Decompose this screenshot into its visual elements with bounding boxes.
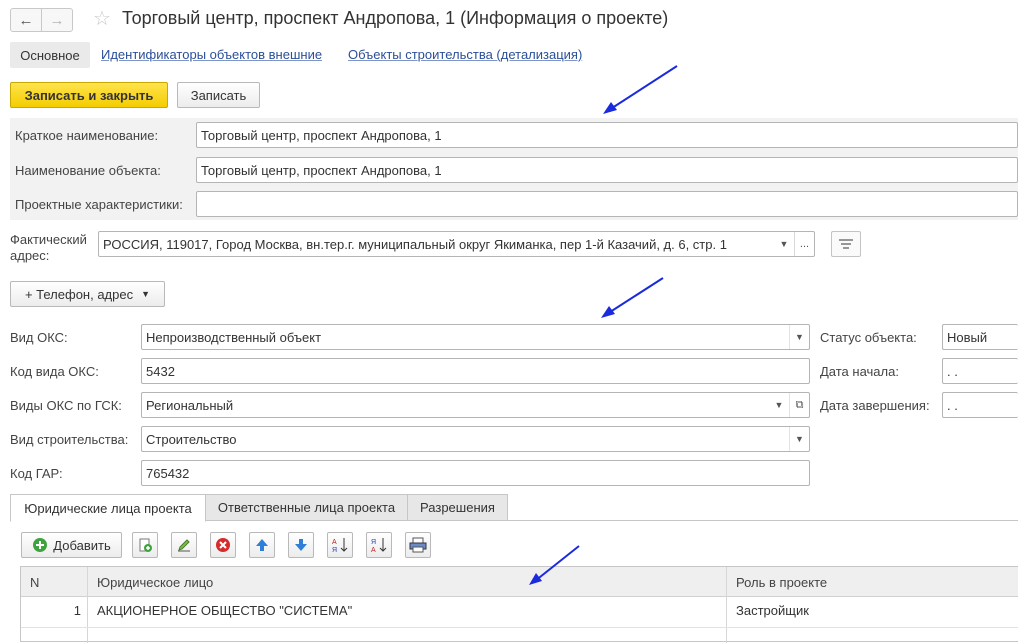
tab-external-ids[interactable]: Идентификаторы объектов внешние <box>101 47 322 62</box>
gar-code-field[interactable]: 765432 <box>141 460 810 486</box>
chevron-down-icon[interactable]: ▼ <box>769 393 789 417</box>
print-button[interactable] <box>405 532 431 558</box>
tab-construction-objects[interactable]: Объекты строительства (детализация) <box>348 47 582 62</box>
oks-type-label: Вид ОКС: <box>10 330 68 345</box>
end-date-label: Дата завершения: <box>820 398 930 413</box>
oks-type-value: Непроизводственный объект <box>146 329 322 345</box>
forward-arrow-icon: → <box>49 11 65 29</box>
address-value: РОССИЯ, 119017, Город Москва, вн.тер.г. … <box>103 236 727 252</box>
move-up-button[interactable] <box>249 532 275 558</box>
delete-row-button[interactable] <box>210 532 236 558</box>
move-down-button[interactable] <box>288 532 314 558</box>
row-entity[interactable]: АКЦИОНЕРНОЕ ОБЩЕСТВО "СИСТЕМА" <box>97 603 352 618</box>
print-icon <box>409 537 427 553</box>
address-dropdown-icon[interactable]: ▼ <box>774 232 794 256</box>
svg-text:Я: Я <box>371 539 376 546</box>
chevron-down-icon[interactable]: ▼ <box>789 427 809 451</box>
sort-asc-button[interactable]: АЯ <box>327 532 353 558</box>
back-button[interactable]: ← <box>10 8 42 32</box>
status-label: Статус объекта: <box>820 330 917 345</box>
construction-type-value: Строительство <box>146 431 237 447</box>
oks-gsk-value: Региональный <box>146 397 234 413</box>
chevron-down-icon[interactable]: ▼ <box>789 325 809 349</box>
oks-gsk-label: Виды ОКС по ГСК: <box>10 398 122 413</box>
sort-asc-icon: АЯ <box>332 538 348 554</box>
add-row-label: Добавить <box>53 537 111 553</box>
annotation-arrow-icon <box>529 545 580 585</box>
svg-text:А: А <box>332 539 337 546</box>
project-chars-label: Проектные характеристики: <box>15 197 183 212</box>
edit-row-button[interactable] <box>171 532 197 558</box>
short-name-field[interactable]: Торговый центр, проспект Андропова, 1 <box>196 122 1018 148</box>
annotation-arrow-icon <box>601 277 664 318</box>
copy-row-button[interactable] <box>132 532 158 558</box>
legal-entities-table: N Юридическое лицо Роль в проекте 1 АКЦИ… <box>20 566 1018 643</box>
start-date-field[interactable]: . . <box>942 358 1018 384</box>
object-name-label: Наименование объекта: <box>15 163 161 178</box>
back-arrow-icon: ← <box>18 11 34 29</box>
object-name-field[interactable]: Торговый центр, проспект Андропова, 1 <box>196 157 1018 183</box>
address-label-line2: адрес: <box>10 248 50 263</box>
move-down-icon <box>295 539 307 551</box>
column-separator <box>87 567 88 643</box>
tab-permits[interactable]: Разрешения <box>407 494 508 521</box>
start-date-label: Дата начала: <box>820 364 899 379</box>
svg-text:Я: Я <box>332 547 337 554</box>
address-menu-button[interactable] <box>831 231 861 257</box>
open-icon[interactable]: ⧉ <box>789 393 809 417</box>
add-phone-address-label: + Телефон, адрес <box>24 286 134 302</box>
row-divider <box>21 627 1018 628</box>
save-button[interactable]: Записать <box>177 82 260 108</box>
short-name-label: Краткое наименование: <box>15 128 159 143</box>
oks-code-field[interactable]: 5432 <box>141 358 810 384</box>
column-header-entity[interactable]: Юридическое лицо <box>97 567 213 597</box>
project-chars-field[interactable] <box>196 191 1018 217</box>
column-header-n[interactable]: N <box>30 567 39 597</box>
construction-type-label: Вид строительства: <box>10 432 129 447</box>
page-title: Торговый центр, проспект Андропова, 1 (И… <box>122 8 669 28</box>
chevron-down-icon: ▼ <box>141 289 151 299</box>
address-label-line1: Фактический <box>10 232 87 247</box>
row-number[interactable]: 1 <box>21 603 81 618</box>
svg-text:А: А <box>371 547 376 554</box>
menu-lines-icon <box>839 239 853 249</box>
row-role[interactable]: Застройщик <box>736 603 809 618</box>
sort-desc-button[interactable]: ЯА <box>366 532 392 558</box>
add-copy-icon <box>139 538 152 552</box>
save-and-close-button[interactable]: Записать и закрыть <box>10 82 168 108</box>
oks-code-label: Код вида ОКС: <box>10 364 99 379</box>
address-select-icon[interactable]: ... <box>794 232 814 256</box>
add-phone-address-button[interactable]: + Телефон, адрес ▼ <box>10 281 165 307</box>
address-field[interactable]: РОССИЯ, 119017, Город Москва, вн.тер.г. … <box>98 231 815 257</box>
forward-button[interactable]: → <box>41 8 73 32</box>
favorite-star-icon[interactable]: ☆ <box>93 6 111 31</box>
tab-main[interactable]: Основное <box>10 42 90 68</box>
delete-icon <box>216 538 230 552</box>
end-date-field[interactable]: . . <box>942 392 1018 418</box>
column-header-role[interactable]: Роль в проекте <box>736 567 827 597</box>
add-circle-icon <box>33 538 48 552</box>
move-up-icon <box>256 539 268 551</box>
oks-gsk-select[interactable]: Региональный ▼ ⧉ <box>141 392 810 418</box>
column-separator <box>726 567 727 643</box>
add-row-button[interactable]: Добавить <box>21 532 122 558</box>
status-field[interactable]: Новый <box>942 324 1018 350</box>
construction-type-select[interactable]: Строительство ▼ <box>141 426 810 452</box>
annotation-arrow-icon <box>603 65 678 114</box>
gar-code-label: Код ГАР: <box>10 466 63 481</box>
oks-type-select[interactable]: Непроизводственный объект ▼ <box>141 324 810 350</box>
edit-icon <box>178 539 190 552</box>
tab-legal-entities[interactable]: Юридические лица проекта <box>10 494 206 522</box>
sort-desc-icon: ЯА <box>371 538 387 554</box>
tab-responsible-persons[interactable]: Ответственные лица проекта <box>205 494 408 521</box>
